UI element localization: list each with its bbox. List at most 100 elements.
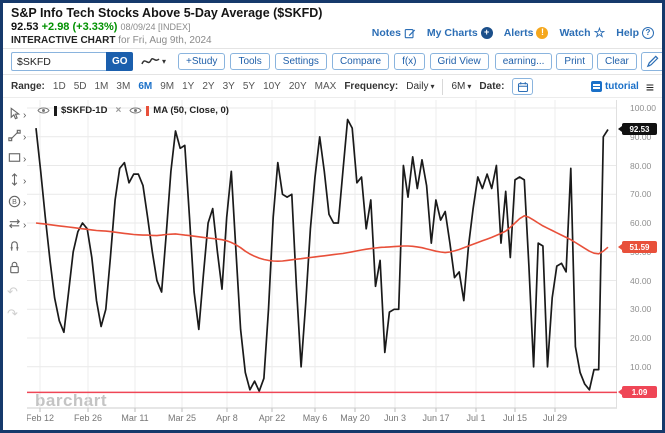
- toolbar-button-compare[interactable]: Compare: [331, 53, 390, 70]
- page-title: S&P Info Tech Stocks Above 5-Day Average…: [11, 6, 323, 20]
- redo: ↷: [3, 303, 30, 325]
- series2-label[interactable]: MA (50, Close, 0): [153, 105, 229, 116]
- chart-type-selector[interactable]: ▾: [141, 55, 166, 68]
- range-10y[interactable]: 10Y: [263, 81, 281, 92]
- pencil-icon: [647, 55, 659, 68]
- header-link-label: My Charts: [426, 26, 478, 39]
- plus-circle-icon: +: [480, 26, 493, 39]
- series1-color-swatch: [54, 105, 57, 116]
- x-axis-label: May 20: [340, 413, 370, 423]
- x-axis-label: Jun 17: [422, 413, 450, 423]
- chevron-down-icon: ▾: [467, 82, 472, 91]
- x-axis-label: Mar 11: [121, 413, 149, 423]
- header-link-help[interactable]: Help?: [616, 26, 654, 39]
- range-5d[interactable]: 5D: [74, 81, 87, 92]
- range-3y[interactable]: 3Y: [223, 81, 235, 92]
- legend-close-icon[interactable]: ×: [115, 105, 121, 116]
- lock-tool[interactable]: [3, 259, 30, 281]
- zoom-select[interactable]: 6M ▾: [451, 81, 471, 92]
- header-link-notes[interactable]: Notes: [372, 27, 416, 39]
- tutorial-label: tutorial: [604, 81, 639, 92]
- x-axis-label: Jul 29: [542, 413, 568, 423]
- toolbar-button-earning[interactable]: earning...: [494, 53, 553, 70]
- magnet-tool-icon: [7, 238, 22, 258]
- eye-visibility-icon[interactable]: [37, 106, 50, 115]
- toolbar-buttons: +Study Tools Settings Compare f(x) Grid View: [178, 53, 489, 70]
- svg-text:B: B: [12, 199, 17, 206]
- vertical-range-tool-icon: [7, 172, 22, 192]
- chart-legend: $SKFD-1D × MA (50, Close, 0): [37, 105, 229, 116]
- shapes-tool-icon: [7, 150, 22, 170]
- x-axis-label: Mar 25: [167, 413, 197, 423]
- range-2y[interactable]: 2Y: [202, 81, 214, 92]
- range-9m[interactable]: 9M: [160, 81, 174, 92]
- magnet-tool[interactable]: [3, 237, 30, 259]
- range-1y[interactable]: 1Y: [182, 81, 194, 92]
- compare-tool[interactable]: ›: [3, 215, 30, 237]
- menu-hamburger-icon[interactable]: ≡: [646, 80, 654, 94]
- notes-pencil-icon: [404, 27, 416, 39]
- redo-icon: ↷: [7, 306, 18, 321]
- date-label: Date:: [479, 81, 505, 92]
- divider: [442, 78, 444, 95]
- trendline-tool-icon: [7, 128, 22, 148]
- chevron-right-icon: ›: [23, 132, 27, 143]
- chart-toolbar: GO ▾ +StudyToolsSettingsComparef(x)Grid …: [3, 49, 662, 75]
- chevron-right-icon: ›: [23, 220, 27, 231]
- eye-visibility-icon[interactable]: [129, 106, 142, 115]
- symbol-input[interactable]: [11, 52, 106, 71]
- toolbar-button-tools[interactable]: Tools: [230, 53, 270, 70]
- range-5y[interactable]: 5Y: [243, 81, 255, 92]
- header-link-my-charts[interactable]: My Charts +: [426, 26, 493, 39]
- toolbar-button-settings[interactable]: Settings: [274, 53, 327, 70]
- x-axis-label: Apr 22: [258, 413, 286, 423]
- toolbar-button-f-x[interactable]: f(x): [394, 53, 425, 70]
- symbol-search-group: GO: [11, 52, 133, 71]
- price-chart-plot[interactable]: [27, 98, 617, 414]
- range-max[interactable]: MAX: [315, 81, 337, 92]
- toolbar-button-grid-view[interactable]: Grid View: [429, 53, 489, 70]
- cursor-tool[interactable]: ›: [3, 105, 30, 127]
- toolbar-button-study[interactable]: +Study: [178, 53, 226, 70]
- fibonacci-tool[interactable]: B ›: [3, 193, 30, 215]
- range-1m[interactable]: 1M: [95, 81, 109, 92]
- x-axis-label: Jul 1: [466, 413, 486, 423]
- undo-icon: ↶: [7, 284, 18, 299]
- toolbar-button-print[interactable]: Print: [556, 53, 593, 70]
- line-chart-type-icon: [141, 58, 160, 65]
- range-bar-right: tutorial ≡: [590, 80, 654, 94]
- date-axis[interactable]: Feb 12 Feb 26 Mar 11 Mar 25 Apr 8 Apr 22 May 6…: [27, 411, 617, 426]
- price-scale[interactable]: 100.0090.0080.0070.0060.0050.0040.0030.0…: [617, 98, 661, 430]
- range-3m[interactable]: 3M: [116, 81, 130, 92]
- frequency-select[interactable]: Daily ▾: [406, 81, 434, 92]
- drawing-tools-sidebar: › › › › B › › ↶ ↷: [3, 105, 30, 325]
- frequency-label: Frequency:: [344, 81, 399, 92]
- range-20y[interactable]: 20Y: [289, 81, 307, 92]
- header-link-alerts[interactable]: Alerts!: [504, 26, 549, 39]
- header-link-watch[interactable]: Watch ☆: [559, 26, 605, 39]
- star-icon: ☆: [593, 25, 606, 40]
- series1-label[interactable]: $SKFD-1D: [61, 105, 107, 116]
- zoom-value: 6M: [451, 81, 466, 92]
- chevron-down-icon: ▾: [162, 57, 167, 66]
- annotate-pencil-button[interactable]: [640, 52, 662, 71]
- question-circle-icon: ?: [642, 26, 654, 39]
- toolbar-button-clear[interactable]: Clear: [596, 53, 637, 70]
- y-axis-label: 80.00: [630, 160, 652, 171]
- tutorial-link[interactable]: tutorial: [590, 81, 639, 92]
- y-axis-label: 20.00: [630, 333, 652, 343]
- range-label: Range:: [11, 81, 45, 92]
- x-axis-label: Jul 15: [502, 413, 528, 423]
- calendar-button[interactable]: [512, 78, 534, 95]
- range-1d[interactable]: 1D: [53, 81, 66, 92]
- header-link-label: Help: [616, 26, 639, 39]
- range-options: 1D 5D 1M 3M 6M 9M 1Y 2Y 3Y 5Y 10Y 20Y MAX: [53, 81, 336, 92]
- low-line-badge: 1.09: [618, 386, 657, 399]
- go-button[interactable]: GO: [106, 52, 133, 71]
- chevron-right-icon: ›: [23, 176, 27, 187]
- trendline-tool[interactable]: ›: [3, 127, 30, 149]
- range-6m[interactable]: 6M: [138, 81, 152, 92]
- barchart-interactive-chart-window: S&P Info Tech Stocks Above 5-Day Average…: [0, 0, 665, 433]
- vertical-range-tool[interactable]: ›: [3, 171, 30, 193]
- shapes-tool[interactable]: ›: [3, 149, 30, 171]
